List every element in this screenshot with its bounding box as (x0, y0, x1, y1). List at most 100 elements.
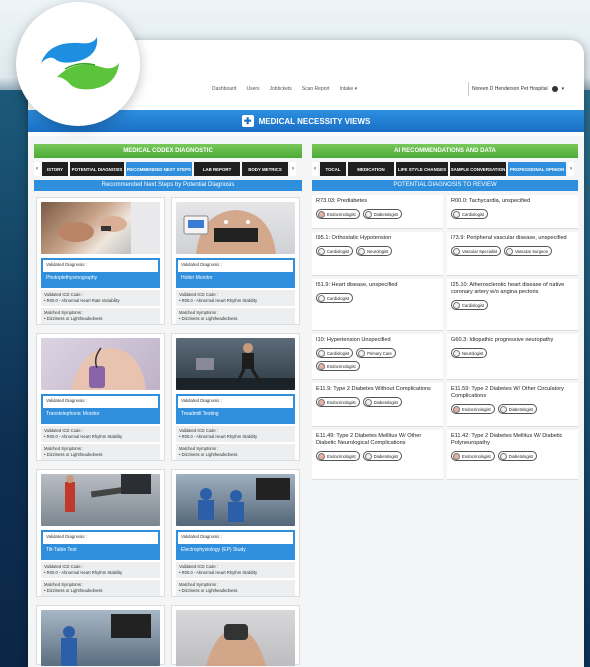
recommendation-card[interactable] (36, 605, 165, 666)
diagnosis-card[interactable]: E11.59: Type 2 Diabetes W/ Other Circula… (447, 383, 578, 427)
validated-diagnosis-label: Validated Diagnosis : (178, 532, 293, 544)
tab-scroll-right-icon[interactable]: › (290, 162, 296, 176)
symptoms-value: • Dizziness or Lightheadedness (44, 452, 103, 457)
specialist-chip[interactable]: Cardiologist (316, 246, 354, 256)
symptoms-value: • Dizziness or Lightheadedness (44, 588, 103, 593)
specialist-chip[interactable]: Endocrinologist (316, 361, 360, 371)
validated-diagnosis-label: Validated Diagnosis : (43, 260, 158, 272)
validated-diagnosis-box: Validated Diagnosis : Electrophysiology … (176, 530, 295, 560)
tab-medication[interactable]: MEDICATION (348, 162, 394, 176)
vascular-surgeon-icon (506, 247, 514, 255)
specialist-chip[interactable]: Primary Care (356, 348, 396, 358)
specialist-chip[interactable]: Cardiologist (316, 348, 354, 358)
nav-item-jobtickets[interactable]: Jobtickets (270, 86, 292, 92)
cardiologist-icon (453, 210, 460, 218)
specialist-chip[interactable]: Cardiologist (451, 300, 489, 310)
diagnosis-card[interactable]: I25.10: Atherosclerotic heart disease of… (447, 279, 578, 331)
diagnosis-title: R73.03: Prediabetes (316, 198, 367, 204)
recommendation-card[interactable]: Validated Diagnosis : Treadmill Testing … (171, 333, 300, 461)
specialist-chip[interactable]: Diabetologist (362, 209, 402, 219)
chevron-down-icon: ▾ (561, 86, 565, 92)
diabetologist-icon (499, 452, 507, 460)
matched-symptoms-box: Matched Symptoms : • Dizziness or Lighth… (176, 444, 295, 460)
specialist-chip[interactable]: Neurologist (356, 246, 393, 256)
diagnosis-name: Treadmill Testing (181, 411, 219, 417)
tab-body-metrics[interactable]: BODY METRICS (242, 162, 288, 176)
diagnosis-grid: R73.03: Prediabetes Endocrinologist Diab… (312, 195, 578, 480)
validated-diagnosis-box: Validated Diagnosis : Holter Monitor (176, 258, 295, 288)
tab-scroll-left-icon[interactable]: ‹ (34, 162, 40, 176)
tab-recommended-next-steps[interactable]: RECOMMENDED NEXT STEPS (126, 162, 192, 176)
specialist-chip[interactable]: Vascular Specialist (451, 246, 502, 256)
specialist-chip[interactable]: Diabetologist (497, 404, 537, 414)
diagnosis-card[interactable]: E11.49: Type 2 Diabetes Mellitus W/ Othe… (312, 430, 443, 480)
specialist-chip[interactable]: Endocrinologist (316, 397, 360, 407)
symptoms-value: • Dizziness or Lightheadedness (44, 316, 103, 321)
diagnosis-card[interactable]: I51.9: Heart disease, unspecified Cardio… (312, 279, 443, 331)
nav-item-users[interactable]: Users (246, 86, 259, 92)
recommendation-card[interactable]: Validated Diagnosis : Transtelephonic Mo… (36, 333, 165, 461)
recommendation-card[interactable]: Validated Diagnosis : Tilt-Table Test Va… (36, 469, 165, 597)
nav-item-intake[interactable]: Intake ▾ (340, 86, 358, 92)
validated-diagnosis-label: Validated Diagnosis : (43, 396, 158, 408)
medical-cross-icon: ✚ (241, 115, 254, 127)
specialist-chip[interactable]: Neurologist (451, 348, 488, 358)
specialist-chip[interactable]: Endocrinologist (316, 209, 360, 219)
specialist-chip[interactable]: Cardiologist (316, 293, 354, 303)
diagnosis-card[interactable]: E11.42: Type 2 Diabetes Mellitus W/ Diab… (447, 430, 578, 480)
diagnosis-card[interactable]: I95.1: Orthostatic Hypotension Cardiolog… (312, 232, 443, 276)
specialist-chip[interactable]: Endocrinologist (451, 404, 495, 414)
nav-item-scan-report[interactable]: Scan Report (302, 86, 330, 92)
tab-professional-opinion[interactable]: PROFESSIONAL OPINION (508, 162, 566, 176)
specialist-chip[interactable]: Endocrinologist (316, 451, 360, 461)
procedure-image (41, 610, 160, 666)
transtelephonic-monitor-image (41, 338, 160, 390)
icd-value: • R00.0 - Abnormal Heart Rhythm Stabilit… (44, 434, 123, 439)
app-logo[interactable] (16, 2, 140, 126)
tab-protocol[interactable]: TOCAL (320, 162, 346, 176)
diagnosis-title: E11.9: Type 2 Diabetes Without Complicat… (316, 386, 431, 392)
diagnosis-title: E11.59: Type 2 Diabetes W/ Other Circula… (451, 386, 564, 399)
tab-potential-diagnosis[interactable]: POTENTIAL DIAGNOSIS (70, 162, 124, 176)
cardiologist-icon (318, 247, 325, 255)
specialist-chip[interactable]: Diabetologist (362, 397, 402, 407)
matched-symptoms-box: Matched Symptoms : • Dizziness or Lighth… (41, 444, 160, 460)
diagnosis-card[interactable]: I10: Hypertension Unspecified Cardiologi… (312, 334, 443, 380)
diagnosis-title: R00.0: Tachycardia, unspecified (451, 198, 531, 204)
diagnosis-title: I73.9: Peripheral vascular disease, unsp… (451, 235, 567, 241)
tab-scroll-right-icon[interactable]: › (568, 162, 574, 176)
tab-history[interactable]: ISTORY (42, 162, 68, 176)
recommended-steps-header: Recommended Next Steps by Potential Diag… (34, 180, 302, 191)
diagnosis-card[interactable]: G60.3: Idiopathic progressive neuropathy… (447, 334, 578, 380)
endocrinologist-icon (453, 405, 460, 413)
specialist-chip[interactable]: Vascular Surgeon (504, 246, 553, 256)
icd-value: • R00.0 - Abnormal Heart Rhythm Stabilit… (179, 434, 258, 439)
diabetologist-icon (364, 398, 372, 406)
diagnosis-card[interactable]: I73.9: Peripheral vascular disease, unsp… (447, 232, 578, 276)
left-panel-header: MEDICAL CODEX DIAGNOSTIC (34, 144, 302, 158)
tab-scroll-left-icon[interactable]: ‹ (312, 162, 318, 176)
symptoms-value: • Dizziness or Lightheadedness (179, 452, 238, 457)
specialist-chip[interactable]: Diabetologist (362, 451, 402, 461)
recommendation-card[interactable]: Validated Diagnosis : Holter Monitor Val… (171, 197, 300, 325)
nav-item-dashboard[interactable]: Dashboard (212, 86, 236, 92)
diagnosis-card[interactable]: E11.9: Type 2 Diabetes Without Complicat… (312, 383, 443, 427)
specialist-chip[interactable]: Cardiologist (451, 209, 489, 219)
user-menu[interactable]: Noreen D Henderson Pet Hospital ▾ (468, 82, 580, 96)
recommendation-grid: Validated Diagnosis : Photoplethysmograp… (34, 197, 302, 666)
tab-lab-report[interactable]: LAB REPORT (194, 162, 240, 176)
recommendation-card[interactable]: Validated Diagnosis : Electrophysiology … (171, 469, 300, 597)
tab-sample-conversation[interactable]: SAMPLE CONVERSATION (450, 162, 506, 176)
tab-life-style-changes[interactable]: LIFE STYLE CHANGES (396, 162, 448, 176)
specialist-chip[interactable]: Endocrinologist (451, 451, 495, 461)
recommendation-card[interactable] (171, 605, 300, 666)
recommendation-card[interactable]: Validated Diagnosis : Photoplethysmograp… (36, 197, 165, 325)
icd-value: • R00.0 - Abnormal Heart Rate Variabilit… (44, 298, 120, 303)
icd-code-box: Validated ICD Code : • R00.0 - Abnormal … (41, 290, 160, 306)
endocrinologist-icon (318, 398, 325, 406)
diagnosis-title: I51.9: Heart disease, unspecified (316, 282, 398, 288)
specialist-chip[interactable]: Diabetologist (497, 451, 537, 461)
diagnosis-name: Holter Monitor (181, 275, 213, 281)
diagnosis-card[interactable]: R73.03: Prediabetes Endocrinologist Diab… (312, 195, 443, 229)
diagnosis-card[interactable]: R00.0: Tachycardia, unspecified Cardiolo… (447, 195, 578, 229)
